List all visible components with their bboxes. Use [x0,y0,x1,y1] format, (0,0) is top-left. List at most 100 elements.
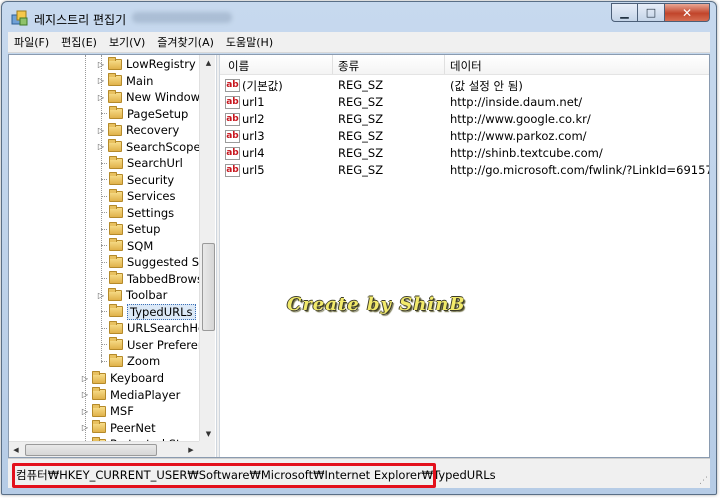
scroll-up-arrow-icon[interactable]: ▲ [200,55,215,70]
status-bar: 컴퓨터₩HKEY_CURRENT_USER₩Software₩Microsoft… [8,458,710,488]
column-divider[interactable] [332,55,333,74]
tree-item[interactable]: URLSearchHooks [96,320,215,336]
list-row[interactable]: ab url2 REG_SZ http://www.google.co.kr/ [220,111,709,128]
list-row[interactable]: ab url3 REG_SZ http://www.parkoz.com/ [220,128,709,145]
folder-icon [109,337,123,350]
column-header-type[interactable]: 종류 [338,58,359,74]
tree-item[interactable]: ▷ Toolbar [96,287,167,303]
tree-item[interactable]: ▷ Main [96,73,153,89]
value-data: http://inside.daum.net/ [450,95,583,109]
menu-edit[interactable]: 편집(E) [55,34,103,50]
list-row[interactable]: ab url1 REG_SZ http://inside.daum.net/ [220,94,709,111]
tree-item[interactable]: ▷ MediaPlayer [80,387,180,403]
value-data: http://www.google.co.kr/ [450,112,591,126]
tree-item-label: PageSetup [127,106,189,121]
expand-arrow-icon[interactable]: ▷ [96,76,106,85]
tree-vertical-scrollbar[interactable]: ▲ ▼ [199,55,215,441]
column-divider[interactable] [444,55,445,74]
maximize-button[interactable]: □ [638,3,665,22]
tree-item-label: MediaPlayer [110,387,181,402]
tree-item-label: Zoom [127,354,161,368]
tree-item[interactable]: PageSetup [96,106,188,122]
tree-guide-line [101,360,107,362]
tree-item[interactable]: Suggested Sites [96,254,215,270]
value-type: REG_SZ [338,129,384,143]
menu-file[interactable]: 파일(F) [8,34,55,50]
tree-guide-line [101,327,107,329]
folder-icon [109,155,123,169]
list-row[interactable]: ab (기본값) REG_SZ (값 설정 안 됨) [220,77,709,94]
tree-item[interactable]: ▷ MSF [80,403,134,419]
string-value-icon: ab [225,147,240,160]
expand-arrow-icon[interactable]: ▷ [80,390,90,399]
folder-icon [109,353,123,367]
list-row[interactable]: ab url4 REG_SZ http://shinb.textcube.com/ [220,145,709,162]
expand-arrow-icon[interactable]: ▷ [96,291,106,300]
expand-arrow-icon[interactable]: ▷ [96,142,106,151]
tree-item[interactable]: Settings [96,205,174,221]
tree-horizontal-scroll-thumb[interactable] [25,444,157,456]
expand-arrow-icon[interactable]: ▷ [96,60,106,69]
values-list: 이름 종류 데이터 ab (기본값) REG_SZ (값 설정 안 됨) ab url1 R… [220,55,709,457]
tree-item[interactable]: ▷ Keyboard [80,370,164,386]
expand-arrow-icon[interactable]: ▷ [80,374,90,383]
tree-guide-line [101,179,107,180]
menu-favorites[interactable]: 즐겨찾기(A) [151,34,220,50]
value-type: REG_SZ [338,112,384,126]
folder-icon [109,304,123,317]
tree-item-label: TypedURLs [127,303,196,320]
tree-guide-line [101,228,107,230]
folder-icon [108,287,122,301]
expand-arrow-icon[interactable]: ▷ [96,126,106,135]
window-controls: ▁ □ ✕ [611,3,710,22]
value-name: url5 [242,163,265,177]
resize-grip-icon[interactable]: ⋰ [699,476,708,486]
tree-item[interactable]: Services [96,188,176,204]
tree-vertical-scroll-thumb[interactable] [202,243,215,331]
registry-tree: ▷ LowRegistry ▷ Main ▷ New Windows PageSetup ▷ R… [9,55,215,457]
value-name: (기본값) [242,79,283,93]
tree-horizontal-scrollbar[interactable]: ◀ ▶ [9,441,199,457]
tree-item[interactable]: Security [96,172,174,188]
menu-help[interactable]: 도움말(H) [220,34,279,50]
column-header-data[interactable]: 데이터 [450,58,482,74]
tree-item[interactable]: ▷ SearchScopes [96,139,207,155]
tree-item[interactable]: TabbedBrowsing [96,271,215,287]
close-button[interactable]: ✕ [665,3,710,22]
tree-item[interactable]: ▷ Recovery [96,122,179,138]
tree-guide-line [101,261,107,263]
maximize-icon: □ [645,6,657,19]
tree-item[interactable]: ▷ New Windows [96,89,206,105]
expand-arrow-icon[interactable]: ▷ [80,407,90,416]
folder-icon [109,271,123,284]
minimize-button[interactable]: ▁ [611,3,638,22]
value-data: http://go.microsoft.com/fwlink/?LinkId=6… [450,163,709,177]
tree-item-label: Settings [127,205,175,220]
folder-icon [109,205,123,218]
tree-item[interactable]: User Preferences [96,337,215,353]
tree-guide-line [101,311,107,312]
tree-item[interactable]: ▷ PeerNet [80,420,156,436]
tree-item[interactable]: SearchUrl [96,155,183,171]
tree-item-label: Services [127,189,176,203]
red-highlight-box [12,463,436,488]
folder-icon [92,403,106,417]
title-bar[interactable]: 레지스트리 편집기 ▁ □ ✕ [2,2,716,32]
tree-item[interactable]: Zoom [96,353,160,369]
scroll-right-arrow-icon[interactable]: ▶ [184,442,198,457]
list-row[interactable]: ab url5 REG_SZ http://go.microsoft.com/fwli… [220,162,709,179]
tree-item-label: SQM [127,238,154,253]
tree-item[interactable]: ▷ LowRegistry [96,56,196,72]
scroll-left-arrow-icon[interactable]: ◀ [9,442,23,457]
tree-item[interactable]: SQM [96,238,153,254]
tree-item[interactable]: TypedURLs [96,303,196,320]
column-header-name[interactable]: 이름 [228,58,249,74]
tree-item-label: SearchUrl [127,156,183,170]
scroll-down-arrow-icon[interactable]: ▼ [200,426,215,441]
expand-arrow-icon[interactable]: ▷ [96,93,106,102]
folder-icon [109,221,123,235]
expand-arrow-icon[interactable]: ▷ [80,423,90,432]
tree-item[interactable]: Setup [96,221,160,237]
menu-view[interactable]: 보기(V) [103,34,151,50]
value-name: url1 [242,95,265,109]
